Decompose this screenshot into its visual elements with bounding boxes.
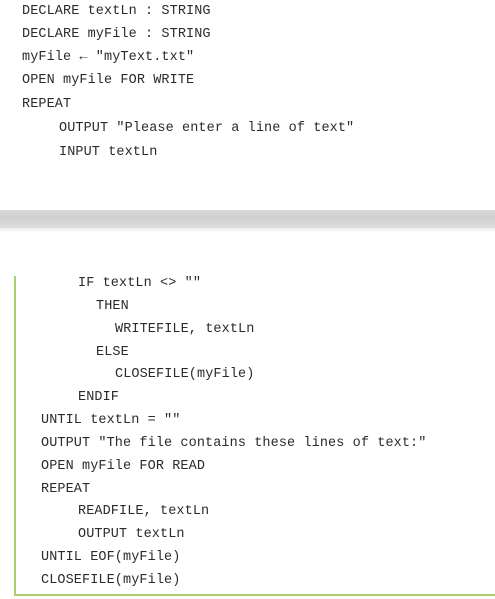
code-line: IF textLn <> ""	[78, 276, 202, 291]
code-line: CLOSEFILE(myFile)	[41, 573, 181, 588]
code-line: DECLARE myFile : STRING	[22, 27, 211, 42]
code-line: OPEN myFile FOR READ	[41, 459, 206, 474]
code-line: INPUT textLn	[59, 145, 158, 160]
code-line: ENDIF	[78, 390, 120, 405]
code-line: CLOSEFILE(myFile)	[115, 367, 255, 382]
code-line: OPEN myFile FOR WRITE	[22, 73, 195, 88]
code-line: OUTPUT "The file contains these lines of…	[41, 436, 427, 451]
code-line: UNTIL textLn = ""	[41, 413, 181, 428]
code-line: OUTPUT "Please enter a line of text"	[59, 121, 355, 136]
page-separator-shadow	[0, 228, 495, 232]
document-page: DECLARE textLn : STRING DECLARE myFile :…	[0, 0, 495, 599]
code-line: UNTIL EOF(myFile)	[41, 550, 181, 565]
code-line: WRITEFILE, textLn	[115, 322, 255, 337]
code-line: myFile ← "myText.txt"	[22, 50, 195, 65]
page-separator	[0, 210, 495, 228]
code-line: ELSE	[96, 345, 129, 360]
code-line: REPEAT	[22, 97, 72, 112]
code-line: REPEAT	[41, 482, 91, 497]
code-line: DECLARE textLn : STRING	[22, 4, 211, 19]
code-line: OUTPUT textLn	[78, 527, 185, 542]
code-line: READFILE, textLn	[78, 504, 210, 519]
code-line: THEN	[96, 299, 129, 314]
